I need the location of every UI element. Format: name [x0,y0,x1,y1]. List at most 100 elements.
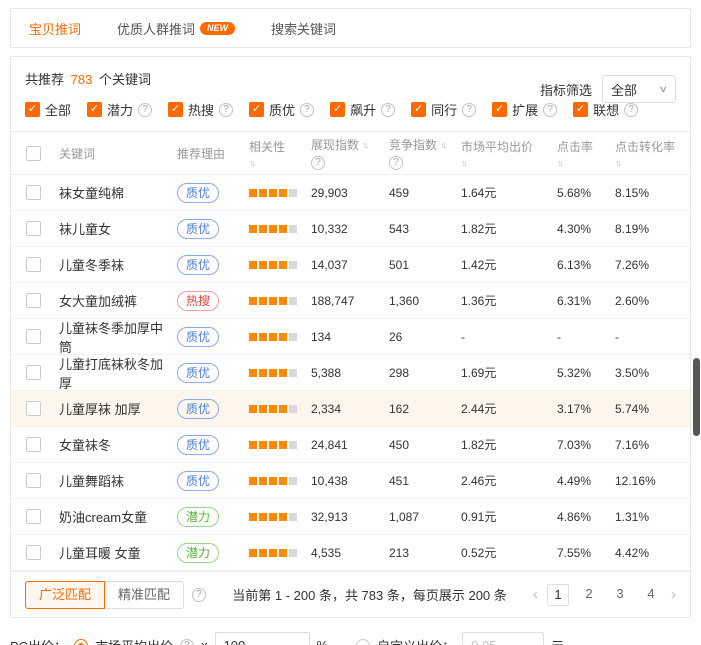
table-row[interactable]: 奶油cream女童潜力32,9131,0870.91元4.86%1.31% [11,499,690,535]
relevance-bar [269,369,277,377]
relevance-bars [249,513,297,521]
row-checkbox[interactable] [26,509,41,524]
help-icon[interactable]: ? [300,103,314,117]
help-icon[interactable]: ? [624,103,638,117]
sort-icon[interactable]: ↑↓ [249,158,256,168]
market-price-radio[interactable] [74,639,88,645]
table-row[interactable]: 儿童厚袜 加厚质优2,3341622.44元3.17%5.74% [11,391,690,427]
row-select-cell [11,257,55,272]
table-row[interactable]: 儿童冬季袜质优14,0375011.42元6.13%7.26% [11,247,690,283]
sort-icon[interactable]: ↑↓ [557,158,564,168]
market-multiplier-input[interactable] [215,632,310,645]
sort-icon[interactable]: ↑↓ [461,158,468,168]
filter-option-label: 质优 [269,100,295,119]
reason-badge: 质优 [177,471,219,491]
new-badge: NEW [200,22,235,35]
relevance-bar [289,261,297,269]
row-checkbox[interactable] [26,473,41,488]
filter-option-all[interactable]: ✓全部 [25,100,71,119]
relevance-bar [269,261,277,269]
keyword-text: 袜儿童女 [55,219,173,238]
checkbox-icon[interactable]: ✓ [168,102,183,117]
header-label: 相关性 [249,138,285,155]
custom-price-unit: 元 [551,636,564,645]
relevance-cell [245,545,307,560]
checkbox-icon[interactable]: ✓ [492,102,507,117]
filter-option-rising[interactable]: ✓飙升? [330,100,395,119]
checkbox-icon[interactable]: ✓ [330,102,345,117]
sort-icon[interactable]: ↑↓ [362,140,369,150]
help-icon[interactable]: ? [543,103,557,117]
table-row[interactable]: 女童袜冬质优24,8414501.82元7.03%7.16% [11,427,690,463]
market-price-help-icon[interactable]: ? [180,639,194,645]
relevance-bar [279,261,287,269]
sort-icon[interactable]: ↑↓ [440,140,447,150]
select-all-checkbox[interactable] [26,146,41,161]
header-label: 点击率 [557,138,593,155]
competition-value: 501 [385,258,457,272]
filter-option-hot[interactable]: ✓热搜? [168,100,233,119]
tab-renqun[interactable]: 优质人群推词NEW [99,9,253,47]
help-icon[interactable]: ? [138,103,152,117]
table-row[interactable]: 儿童打底袜秋冬加厚质优5,3882981.69元5.32%3.50% [11,355,690,391]
table-row[interactable]: 儿童袜冬季加厚中筒质优13426--- [11,319,690,355]
pagination-prev-icon[interactable]: ‹ [533,586,538,603]
row-checkbox[interactable] [26,257,41,272]
custom-price-radio[interactable] [356,639,370,645]
table-row[interactable]: 儿童舞蹈袜质优10,4384512.46元4.49%12.16% [11,463,690,499]
row-checkbox[interactable] [26,221,41,236]
help-icon[interactable]: ? [381,103,395,117]
checkbox-icon[interactable]: ✓ [25,102,40,117]
metric-filter-select[interactable]: 全部 ∨ [602,75,676,103]
tab-sousuo[interactable]: 搜索关键词 [253,9,354,47]
filter-option-peer[interactable]: ✓同行? [411,100,476,119]
page-1[interactable]: 1 [547,584,569,606]
relevance-bar [279,369,287,377]
filter-option-quality[interactable]: ✓ 质优? [249,100,314,119]
help-icon[interactable]: ? [311,156,325,170]
row-checkbox[interactable] [26,365,41,380]
row-checkbox[interactable] [26,329,41,344]
reason-cell: 潜力 [173,507,245,527]
table-body: 袜女童纯棉质优29,9034591.64元5.68%8.15%袜儿童女质优10,… [11,175,690,571]
checkbox-icon[interactable]: ✓ [249,102,264,117]
filter-option-potential[interactable]: ✓潜力? [87,100,152,119]
help-icon[interactable]: ? [219,103,233,117]
row-checkbox[interactable] [26,437,41,452]
checkbox-icon[interactable]: ✓ [411,102,426,117]
checkbox-icon[interactable]: ✓ [573,102,588,117]
table-row[interactable]: 袜女童纯棉质优29,9034591.64元5.68%8.15% [11,175,690,211]
pagination-next-icon[interactable]: › [671,586,676,603]
ctr-value: 4.49% [553,474,611,488]
checkbox-icon[interactable]: ✓ [87,102,102,117]
impression-value: 32,913 [307,510,385,524]
page-3[interactable]: 3 [609,584,631,606]
header-label: 关键词 [59,145,95,162]
page-4[interactable]: 4 [640,584,662,606]
header-line1: 关键词 [59,145,169,162]
table-row[interactable]: 女大童加绒裤热搜188,7471,3601.36元6.31%2.60% [11,283,690,319]
page-2[interactable]: 2 [578,584,600,606]
match-exact-button[interactable]: 精准匹配 [105,581,184,609]
scrollbar-thumb[interactable] [693,358,700,436]
table-row[interactable]: 儿童耳暖 女童潜力4,5352130.52元7.55%4.42% [11,535,690,571]
help-icon[interactable]: ? [462,103,476,117]
relevance-bar [259,189,267,197]
reason-cell: 质优 [173,363,245,383]
relevance-bar [259,441,267,449]
keyword-panel: 共推荐 783 个关键词 ✓全部✓潜力?✓热搜?✓质优?✓飙升?✓同行?✓扩展?… [10,56,691,618]
metric-filter: 指标筛选 全部 ∨ [540,75,676,103]
match-help-icon[interactable]: ? [192,588,206,602]
tab-baobei[interactable]: 宝贝推词 [11,9,99,47]
custom-price-input[interactable] [462,632,544,645]
reason-badge: 热搜 [177,291,219,311]
row-checkbox[interactable] [26,185,41,200]
help-icon[interactable]: ? [389,156,403,170]
table-row[interactable]: 袜儿童女质优10,3325431.82元4.30%8.19% [11,211,690,247]
row-checkbox[interactable] [26,545,41,560]
match-broad-button[interactable]: 广泛匹配 [25,581,105,609]
row-checkbox[interactable] [26,401,41,416]
keyword-text: 女大童加绒裤 [55,291,173,310]
sort-icon[interactable]: ↑↓ [615,158,622,168]
row-checkbox[interactable] [26,293,41,308]
